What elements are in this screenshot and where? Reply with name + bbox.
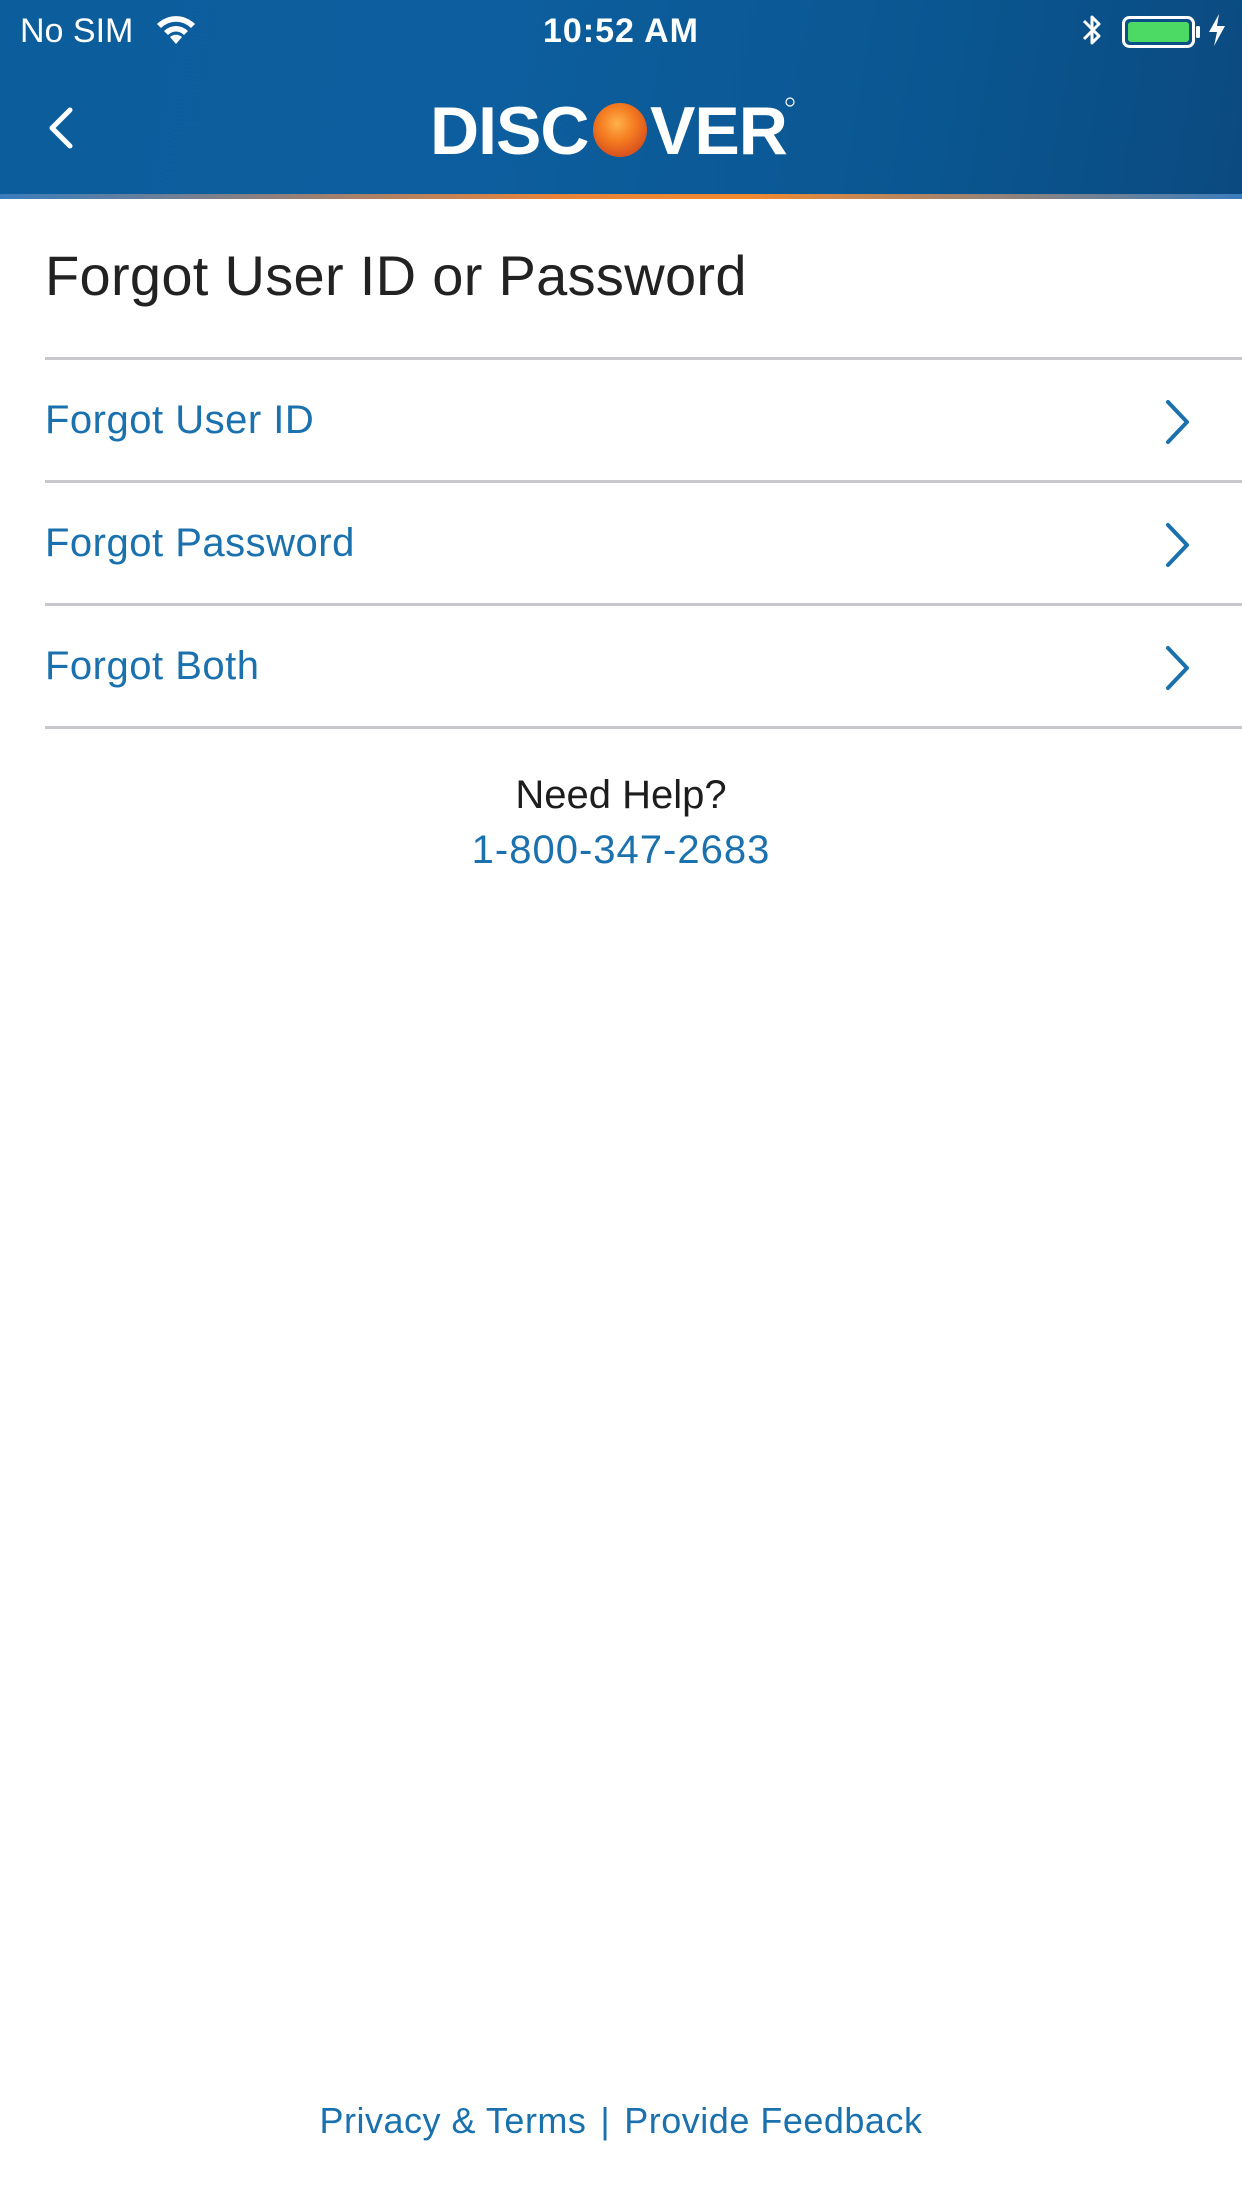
help-section: Need Help? 1-800-347-2683 (0, 773, 1242, 873)
privacy-terms-link[interactable]: Privacy & Terms (320, 2100, 587, 2141)
chevron-right-icon (1155, 642, 1199, 699)
chevron-right-icon (1155, 519, 1199, 576)
divider (45, 726, 1242, 729)
status-bar: No SIM 10:52 AM (0, 0, 1242, 62)
option-label: Forgot Both (45, 644, 260, 688)
discover-logo: DISC VER (428, 90, 798, 166)
bluetooth-icon (1078, 12, 1106, 57)
option-forgot-password[interactable]: Forgot Password (45, 483, 1242, 603)
back-button[interactable] (40, 92, 90, 162)
chevron-left-icon (49, 107, 73, 149)
option-forgot-user-id[interactable]: Forgot User ID (45, 360, 1242, 480)
help-title: Need Help? (515, 773, 727, 817)
help-phone-link[interactable]: 1-800-347-2683 (0, 828, 1242, 873)
provide-feedback-link[interactable]: Provide Feedback (624, 2100, 922, 2141)
chevron-right-icon (1155, 396, 1199, 453)
header-accent-stripe (0, 194, 1242, 199)
option-forgot-both[interactable]: Forgot Both (45, 606, 1242, 726)
svg-text:DISC: DISC (430, 93, 588, 166)
footer-separator: | (600, 2100, 611, 2141)
battery-icon (1122, 16, 1202, 57)
footer-links: Privacy & Terms | Provide Feedback (0, 2100, 1242, 2142)
charging-bolt-icon (1206, 12, 1228, 57)
status-time: 10:52 AM (542, 12, 700, 50)
svg-text:VER: VER (650, 93, 787, 166)
page-title: Forgot User ID or Password (45, 244, 747, 307)
option-label: Forgot Password (45, 521, 355, 565)
option-label: Forgot User ID (45, 398, 315, 442)
